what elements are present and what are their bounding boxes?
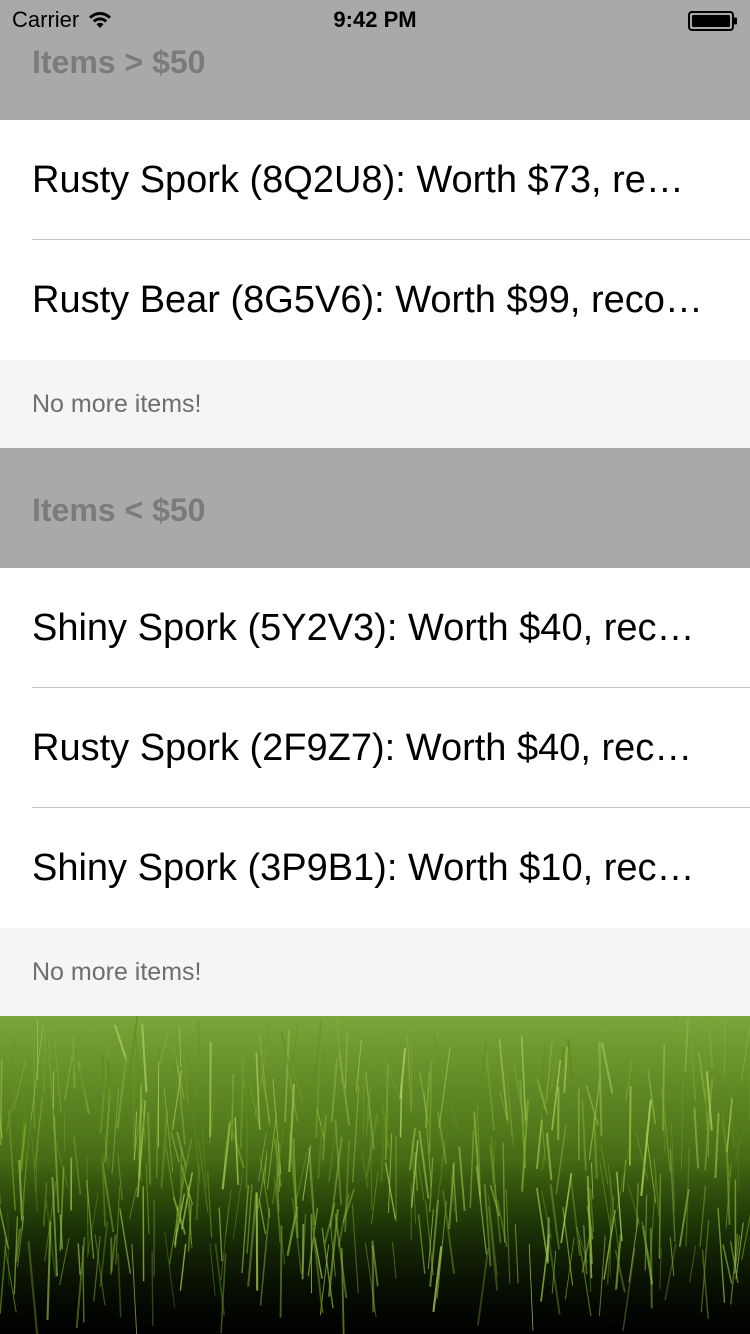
status-bar: Carrier 9:42 PM (0, 0, 750, 40)
section-footer: No more items! (0, 360, 750, 448)
section-header-under-50: Items < $50 (0, 448, 750, 568)
row-label: Rusty Spork (8Q2U8): Worth $73, re… (32, 159, 684, 201)
row-label: Shiny Spork (5Y2V3): Worth $40, rec… (32, 607, 695, 649)
table-row[interactable]: Shiny Spork (5Y2V3): Worth $40, rec… (0, 568, 750, 688)
grass-background-image (0, 1016, 750, 1334)
battery-icon (688, 11, 737, 31)
section-header-title: Items > $50 (32, 44, 206, 80)
table-row[interactable]: Rusty Spork (8Q2U8): Worth $73, re… (0, 120, 750, 240)
grass-blades (0, 1016, 750, 1334)
table-row[interactable]: Rusty Bear (8G5V6): Worth $99, reco… (0, 240, 750, 360)
items-table-screen: Items > $50 Carrier 9:42 PM Rusty Spork … (0, 0, 750, 1334)
status-time: 9:42 PM (333, 7, 417, 32)
row-label: Shiny Spork (3P9B1): Worth $10, rec… (32, 847, 695, 889)
row-label: Rusty Spork (2F9Z7): Worth $40, rec… (32, 727, 693, 769)
section-footer: No more items! (0, 928, 750, 1016)
section-footer-text: No more items! (32, 958, 202, 986)
section-footer-text: No more items! (32, 390, 202, 418)
row-label: Rusty Bear (8G5V6): Worth $99, reco… (32, 279, 703, 321)
table-row[interactable]: Shiny Spork (3P9B1): Worth $10, rec… (0, 808, 750, 928)
section-header-title: Items < $50 (32, 492, 206, 528)
table-row[interactable]: Rusty Spork (2F9Z7): Worth $40, rec… (0, 688, 750, 808)
